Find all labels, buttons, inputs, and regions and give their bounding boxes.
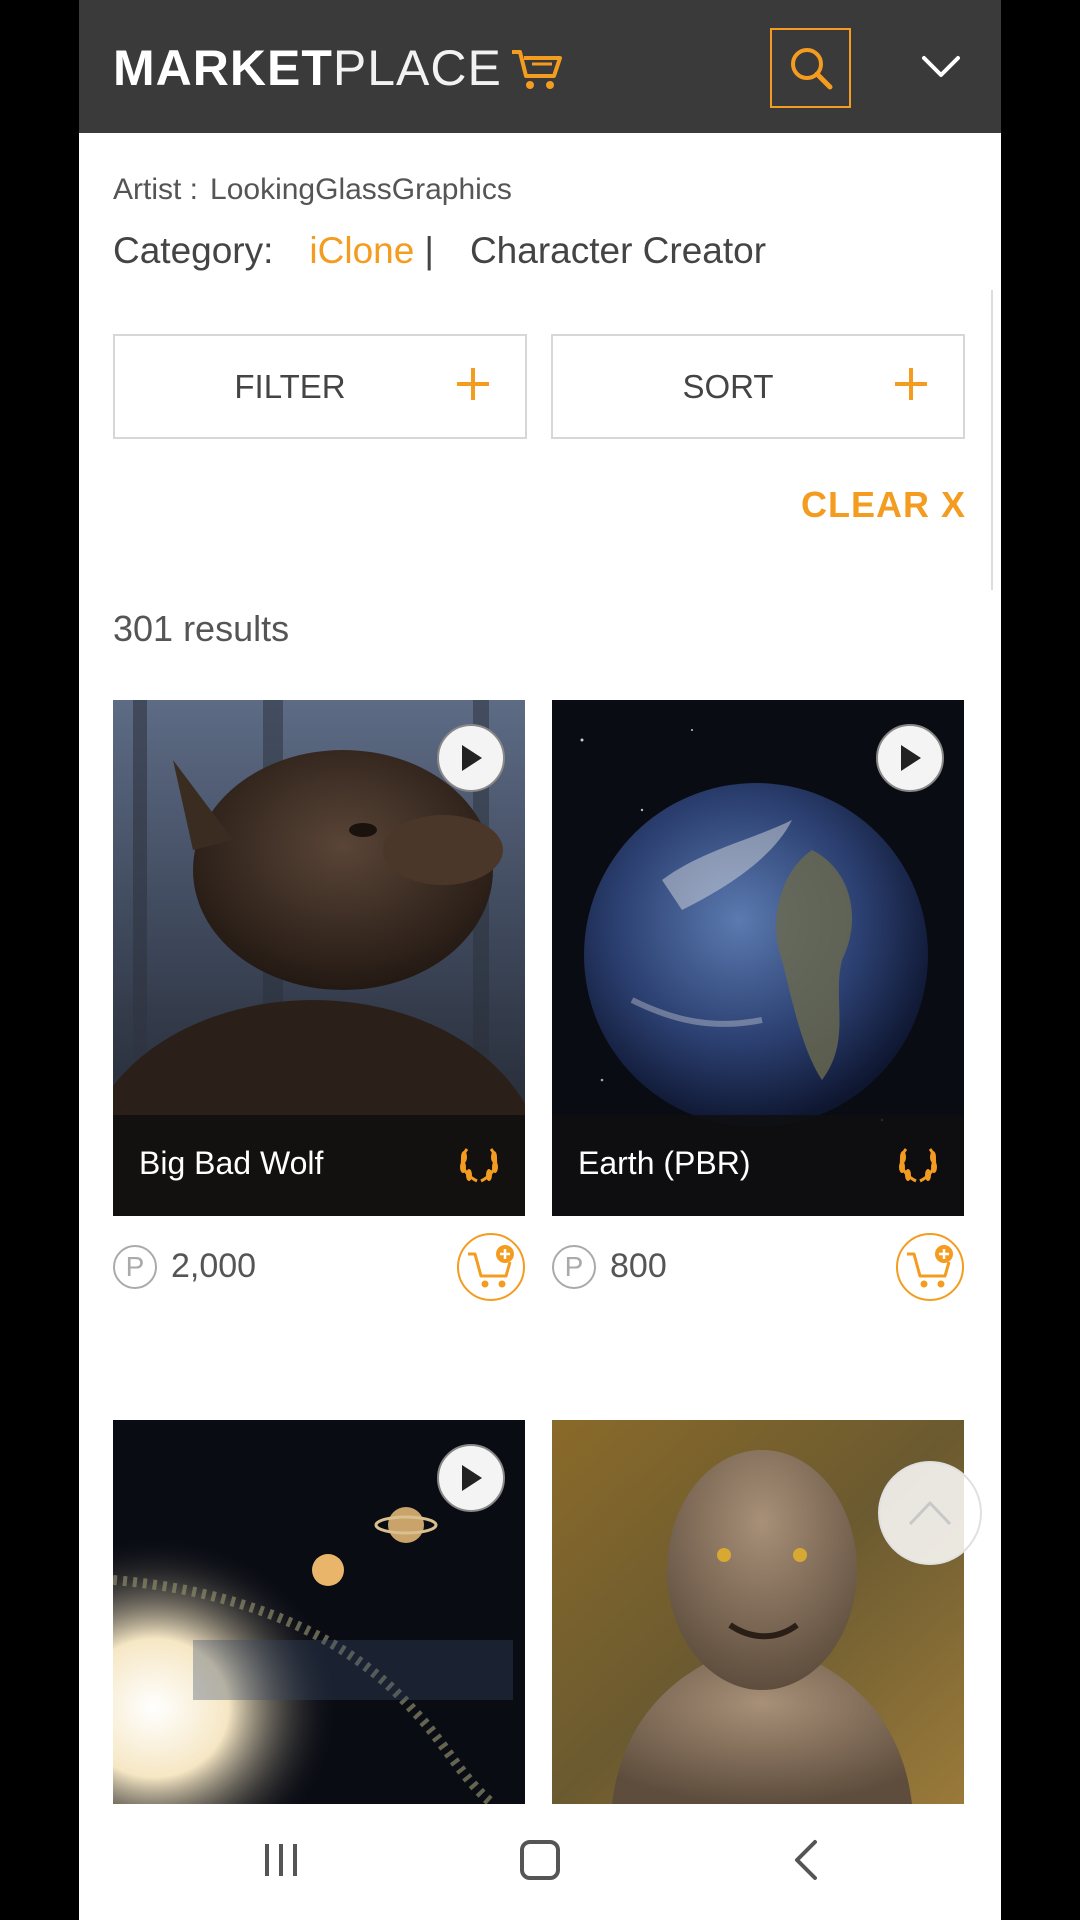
add-to-cart-button[interactable] [457, 1233, 525, 1301]
category-row: Category: iClone | Character Creator [113, 230, 766, 272]
search-button[interactable] [770, 28, 851, 108]
price-row: P 2,000 [113, 1233, 525, 1303]
product-title[interactable]: Earth (PBR) [578, 1145, 750, 1182]
add-to-cart-button[interactable] [896, 1233, 964, 1301]
chevron-down-icon [922, 56, 960, 77]
product-card[interactable]: Big Bad Wolf [113, 700, 525, 1216]
chevron-up-icon [908, 1501, 952, 1526]
laurel-award-icon [460, 1148, 498, 1183]
recent-apps-icon[interactable] [261, 1840, 301, 1880]
artist-label: Artist : [113, 173, 199, 206]
artist-row: Artist : LookingGlassGraphics [113, 173, 512, 207]
home-icon[interactable] [520, 1840, 560, 1880]
price-row: P 800 [552, 1233, 964, 1303]
filter-button[interactable]: FILTER [113, 334, 527, 439]
play-icon [462, 745, 482, 771]
app-screen: MARKET PLACE Artist : LookingGlassGraphics… [79, 0, 1001, 1920]
system-navigation-bar [79, 1804, 1001, 1920]
marketplace-logo[interactable]: MARKET PLACE [113, 40, 562, 96]
product-price: 2,000 [171, 1247, 257, 1285]
play-video-button[interactable] [437, 724, 505, 792]
back-icon[interactable] [785, 1838, 829, 1882]
points-coin-icon: P [113, 1245, 157, 1289]
scroll-to-top-button[interactable] [878, 1461, 982, 1565]
top-bar: MARKET PLACE [79, 0, 1001, 133]
clear-filters-button[interactable]: CLEAR X [801, 484, 966, 526]
product-card[interactable] [113, 1420, 525, 1804]
search-icon [790, 48, 832, 90]
play-video-button[interactable] [876, 724, 944, 792]
points-coin-icon: P [552, 1245, 596, 1289]
category-iclone-link[interactable]: iClone [309, 230, 414, 272]
menu-dropdown-button[interactable] [919, 45, 963, 89]
logo-text-bold: MARKET [113, 40, 333, 96]
plus-icon [457, 368, 489, 400]
product-price: 800 [610, 1247, 667, 1285]
cart-icon [511, 50, 562, 89]
product-title[interactable]: Big Bad Wolf [139, 1145, 323, 1182]
play-icon [462, 1465, 482, 1491]
product-caption: Earth (PBR) [552, 1115, 964, 1216]
category-label: Category: [113, 230, 274, 271]
add-to-cart-icon [907, 1245, 953, 1288]
results-count: 301 results [113, 608, 290, 649]
plus-icon [895, 368, 927, 400]
category-character-creator-link[interactable]: Character Creator [470, 230, 766, 272]
product-card[interactable]: Earth (PBR) [552, 700, 964, 1216]
logo-text-light: PLACE [332, 40, 502, 96]
add-to-cart-icon [468, 1245, 514, 1288]
laurel-award-icon [899, 1148, 937, 1183]
filter-label: FILTER [234, 367, 346, 405]
play-icon [901, 745, 921, 771]
artist-name[interactable]: LookingGlassGraphics [210, 173, 512, 206]
play-video-button[interactable] [437, 1444, 505, 1512]
sort-label: SORT [682, 367, 774, 405]
sort-button[interactable]: SORT [551, 334, 965, 439]
category-separator: | [424, 230, 434, 271]
product-caption: Big Bad Wolf [113, 1115, 525, 1216]
scrollbar[interactable] [991, 290, 999, 590]
